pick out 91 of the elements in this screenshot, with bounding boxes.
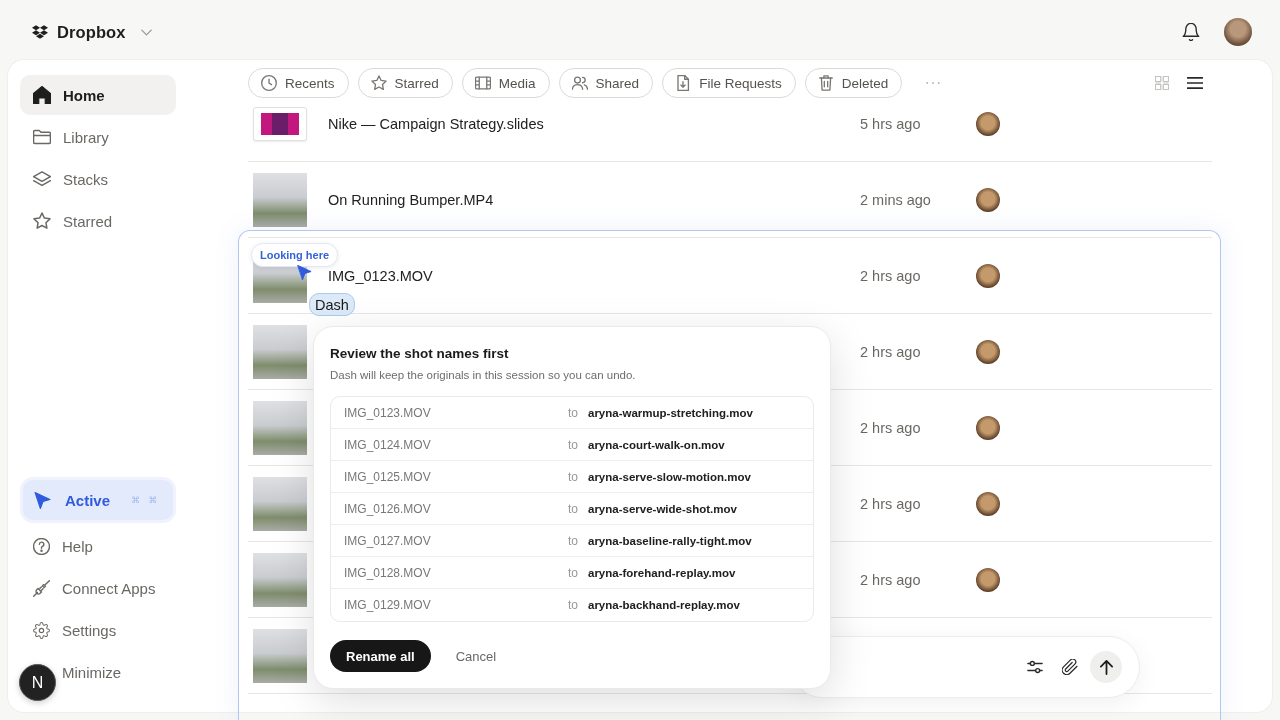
new-name: aryna-warmup-stretching.mov — [588, 406, 754, 419]
agent-label: Dash — [309, 293, 355, 316]
filter-tab[interactable]: File Requests — [662, 68, 796, 98]
photo-placeholder — [253, 172, 307, 227]
joiner-text: to — [568, 598, 579, 612]
modified-time: 5 hrs ago — [860, 115, 922, 132]
original-name: IMG_0126.MOV — [344, 501, 432, 516]
new-name: aryna-baseline-rally-tight.mov — [588, 534, 753, 547]
star-icon — [33, 212, 51, 230]
pointer-label: Looking here — [251, 243, 339, 267]
avatar — [976, 567, 1000, 592]
help-icon — [33, 537, 50, 555]
dialog-subtitle: Dash will keep the originals in this session so you can undo. — [330, 368, 637, 383]
new-name: aryna-court-walk-on.mov — [588, 438, 726, 451]
file-name[interactable]: IMG_0123.MOV — [328, 267, 433, 284]
shortcut-hint: ⌘ ⌘ — [131, 495, 160, 505]
layers-icon — [33, 170, 51, 188]
star-icon — [370, 75, 387, 91]
send-button[interactable] — [1090, 651, 1122, 683]
settings-icon — [33, 621, 50, 639]
original-name: IMG_0127.MOV — [344, 533, 432, 548]
file-download-icon — [675, 75, 692, 91]
photo-placeholder — [253, 476, 307, 531]
original-name: IMG_0129.MOV — [344, 598, 432, 612]
sidebar-item[interactable]: Library — [20, 117, 176, 157]
new-name: aryna-forehand-replay.mov — [588, 566, 737, 579]
cancel-button[interactable]: Cancel — [455, 648, 497, 664]
sidebar-item[interactable]: Connect Apps — [20, 568, 176, 608]
rename-all-button[interactable]: Rename all — [330, 640, 431, 672]
avatar — [976, 415, 1000, 440]
people-icon — [571, 75, 588, 91]
slide-thumbnail — [253, 106, 307, 141]
file-name[interactable]: On Running Bumper.MP4 — [328, 191, 494, 208]
cursor-icon — [297, 265, 312, 280]
sidebar-item[interactable]: Minimize — [60, 652, 176, 692]
filter-tab[interactable]: Starred — [357, 68, 453, 98]
photo-placeholder — [253, 324, 307, 379]
filter-tab[interactable]: Deleted — [804, 68, 903, 98]
modified-time: 2 hrs ago — [860, 267, 922, 284]
new-name: aryna-serve-slow-motion.mov — [588, 470, 752, 483]
joiner-text: to — [568, 565, 579, 580]
sidebar-item[interactable]: Home — [20, 75, 176, 115]
list-icon[interactable] — [1187, 75, 1203, 91]
sidebar-item[interactable]: Stacks — [20, 159, 176, 199]
photo-placeholder — [253, 628, 307, 683]
paperclip-icon[interactable] — [1062, 659, 1078, 675]
clock-icon — [261, 75, 277, 91]
app-name: Dropbox — [57, 22, 126, 42]
plug-icon — [33, 579, 50, 597]
modified-time: 2 hrs ago — [860, 343, 922, 360]
avatar — [976, 111, 1000, 136]
original-name: IMG_0128.MOV — [344, 565, 432, 580]
original-name: IMG_0124.MOV — [344, 437, 432, 452]
film-icon — [474, 75, 491, 91]
joiner-text: to — [568, 501, 579, 516]
avatar — [976, 491, 1000, 516]
modified-time: 2 hrs ago — [860, 495, 922, 512]
sidebar-item[interactable]: Settings — [20, 610, 176, 650]
joiner-text: to — [568, 469, 579, 484]
avatar — [976, 263, 1000, 288]
avatar — [976, 339, 1000, 364]
photo-placeholder — [253, 400, 307, 455]
sidebar-item[interactable]: Active ⌘ ⌘ — [23, 480, 173, 520]
avatar — [976, 187, 1000, 212]
modified-time: 2 hrs ago — [860, 571, 922, 588]
original-name: IMG_0125.MOV — [344, 469, 432, 484]
dialog-title: Review the shot names first — [330, 345, 510, 363]
joiner-text: to — [568, 405, 579, 420]
new-name: aryna-serve-wide-shot.mov — [588, 502, 738, 515]
folder-icon — [33, 128, 51, 146]
file-name[interactable]: Nike — Campaign Strategy.slides — [328, 115, 544, 132]
trash-icon — [817, 75, 834, 91]
sidebar-item[interactable]: Starred — [20, 201, 176, 241]
modified-time: 2 hrs ago — [860, 419, 922, 436]
joiner-text: to — [568, 533, 579, 548]
filter-tab[interactable]: Recents — [248, 68, 349, 98]
notifications-icon[interactable] — [1182, 23, 1200, 41]
original-name: IMG_0123.MOV — [344, 405, 432, 420]
home-icon — [33, 86, 51, 104]
arrow-up-icon — [1098, 659, 1114, 675]
filter-tab[interactable]: Media — [461, 68, 550, 98]
cursor-icon — [34, 491, 51, 509]
sliders-icon[interactable] — [1027, 659, 1043, 675]
sidebar-item[interactable]: Help — [20, 526, 176, 566]
logo-icon — [32, 24, 48, 40]
filter-tab[interactable]: Shared — [558, 68, 654, 98]
modified-time: 2 mins ago — [860, 191, 932, 208]
user-avatar[interactable] — [1224, 18, 1252, 46]
joiner-text: to — [568, 437, 579, 452]
photo-placeholder — [253, 552, 307, 607]
new-name: aryna-backhand-replay.mov — [588, 599, 741, 611]
